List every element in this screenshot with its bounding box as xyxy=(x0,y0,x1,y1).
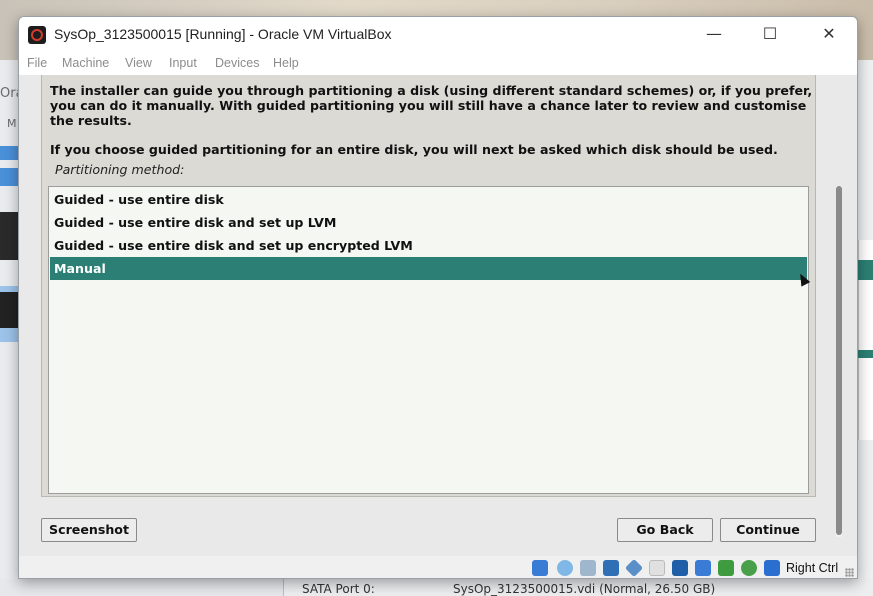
hard-disk-icon[interactable] xyxy=(532,560,548,576)
go-back-button[interactable]: Go Back xyxy=(617,518,713,542)
menu-file[interactable]: File xyxy=(27,56,47,70)
guest-display[interactable]: The installer can guide you through part… xyxy=(19,75,857,556)
menu-view[interactable]: View xyxy=(125,56,152,70)
menu-help[interactable]: Help xyxy=(273,56,299,70)
menu-bar: File Machine View Input Devices Help xyxy=(19,51,857,76)
details-row: SATA Port 0: SysOp_3123500015.vdi (Norma… xyxy=(283,579,873,596)
resize-grip-icon[interactable] xyxy=(845,568,854,577)
vbox-manager-left-fragment: Ora M xyxy=(0,60,24,596)
mouse-integration-icon[interactable] xyxy=(741,560,757,576)
display-icon[interactable] xyxy=(672,560,688,576)
minimize-button[interactable]: — xyxy=(691,17,737,51)
title-bar[interactable]: SysOp_3123500015 [Running] - Oracle VM V… xyxy=(19,17,857,51)
virtualbox-icon xyxy=(28,26,46,44)
option-guided-entire-disk[interactable]: Guided - use entire disk xyxy=(50,188,807,211)
storage-value: SysOp_3123500015.vdi (Normal, 26.50 GB) xyxy=(453,582,716,596)
partitioning-method-list[interactable]: Guided - use entire disk Guided - use en… xyxy=(48,186,809,494)
fragment-text: M xyxy=(7,117,17,130)
storage-label: SATA Port 0: xyxy=(302,582,375,596)
shared-folders-icon[interactable] xyxy=(649,560,665,576)
toolbar-fragment xyxy=(0,168,18,186)
maximize-button[interactable]: ☐ xyxy=(747,17,793,51)
cpu-icon[interactable] xyxy=(718,560,734,576)
keyboard-icon[interactable] xyxy=(764,560,780,576)
option-guided-lvm[interactable]: Guided - use entire disk and set up LVM xyxy=(50,211,807,234)
option-manual[interactable]: Manual xyxy=(50,257,807,280)
network-icon[interactable] xyxy=(603,560,619,576)
close-button[interactable]: ✕ xyxy=(806,17,852,51)
vm-list-icon xyxy=(0,212,18,260)
window-title: SysOp_3123500015 [Running] - Oracle VM V… xyxy=(54,26,392,42)
intro-text: The installer can guide you through part… xyxy=(50,83,813,128)
screenshot-button[interactable]: Screenshot xyxy=(41,518,137,542)
menu-input[interactable]: Input xyxy=(169,56,197,70)
menu-machine[interactable]: Machine xyxy=(62,56,109,70)
toolbar-fragment xyxy=(0,146,18,160)
status-bar: Right Ctrl xyxy=(19,556,857,578)
preview-fragment xyxy=(858,350,873,358)
vm-list-icon xyxy=(0,292,18,328)
host-key-label: Right Ctrl xyxy=(786,561,839,575)
menu-devices[interactable]: Devices xyxy=(215,56,259,70)
continue-button[interactable]: Continue xyxy=(720,518,816,542)
partitioning-method-label: Partitioning method: xyxy=(55,162,185,177)
intro-text-2: If you choose guided partitioning for an… xyxy=(50,142,778,157)
usb-icon[interactable] xyxy=(624,558,644,578)
vbox-manager-details: SATA Port 0: SysOp_3123500015.vdi (Norma… xyxy=(0,579,873,596)
vm-window: SysOp_3123500015 [Running] - Oracle VM V… xyxy=(18,16,858,579)
optical-drive-icon[interactable] xyxy=(557,560,573,576)
option-guided-encrypted-lvm[interactable]: Guided - use entire disk and set up encr… xyxy=(50,234,807,257)
scrollbar-thumb[interactable] xyxy=(836,186,842,535)
preview-fragment xyxy=(858,260,873,280)
video-capture-icon[interactable] xyxy=(695,560,711,576)
vbox-manager-right-fragment xyxy=(858,60,873,596)
audio-icon[interactable] xyxy=(580,560,596,576)
